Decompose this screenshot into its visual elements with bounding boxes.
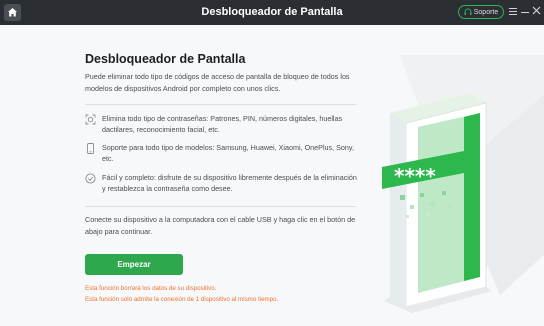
warning-text: Esta función borrará los datos de su dis…	[85, 285, 217, 292]
password-mask: ****	[394, 164, 436, 188]
page-title: Desbloqueador de Pantalla	[85, 52, 246, 66]
intro-text: Puede eliminar todo tipo de códigos de a…	[85, 72, 350, 93]
face-scan-icon	[85, 114, 96, 125]
menu-icon[interactable]	[509, 8, 517, 16]
support-icon	[464, 8, 472, 15]
main-panel: Desbloqueador de Pantalla Puede eliminar…	[0, 25, 544, 326]
divider	[85, 104, 356, 105]
check-circle-icon	[85, 173, 96, 184]
feature-item: Soporte para todo tipo de modelos: Samsu…	[85, 142, 365, 168]
feature-text: Soporte para todo tipo de modelos: Samsu…	[102, 143, 354, 163]
support-button[interactable]: Soporte	[458, 5, 504, 19]
feature-item: Fácil y completo: disfrute de su disposi…	[85, 172, 365, 198]
feature-item: Elimina todo tipo de contraseñas: Patron…	[85, 113, 365, 139]
start-button[interactable]: Empezar	[85, 254, 183, 275]
title-bar: Desbloqueador de Pantalla Soporte	[0, 0, 544, 25]
phone-icon	[87, 143, 94, 154]
warning-text: Esta función solo admite la conexión de …	[85, 296, 279, 303]
feature-text: Elimina todo tipo de contraseñas: Patron…	[102, 114, 343, 134]
instruction-text: Conecte su dispositivo a la computadora …	[85, 215, 356, 236]
phone-illustration: ****	[382, 55, 544, 313]
close-icon[interactable]	[532, 6, 541, 17]
support-label: Soporte	[473, 8, 499, 16]
minimize-icon[interactable]	[521, 12, 529, 13]
feature-text: Fácil y completo: disfrute de su disposi…	[102, 173, 357, 193]
divider	[85, 206, 356, 207]
